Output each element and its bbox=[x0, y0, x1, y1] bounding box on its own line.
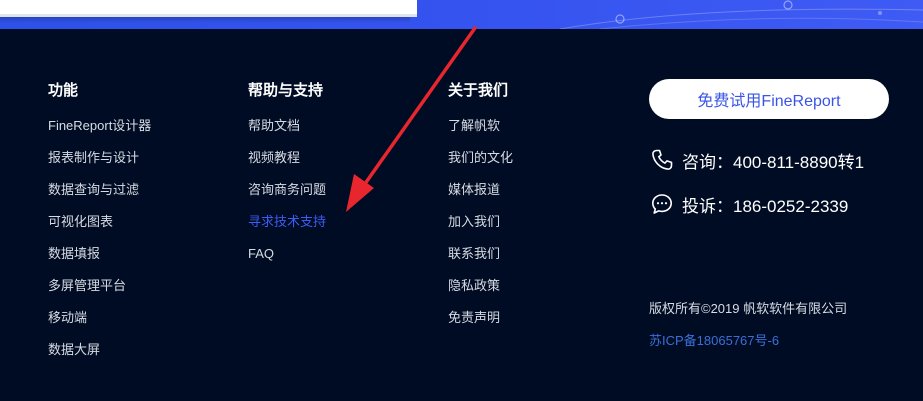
free-trial-button[interactable]: 免费试用FineReport bbox=[649, 79, 889, 119]
help-link-tech-support[interactable]: 寻求技术支持 bbox=[248, 212, 326, 244]
complaint-phone-row: 投诉：186-0252-2339 bbox=[649, 191, 848, 217]
copyright-text: 版权所有©2019 帆软软件有限公司 bbox=[649, 301, 848, 316]
about-column-title: 关于我们 bbox=[448, 82, 509, 99]
about-link[interactable]: 我们的文化 bbox=[448, 148, 513, 180]
icp-license-link[interactable]: 苏ICP备18065767号-6 bbox=[649, 330, 779, 349]
features-link[interactable]: 报表制作与设计 bbox=[48, 148, 151, 180]
features-link[interactable]: 数据填报 bbox=[48, 244, 151, 276]
about-link[interactable]: 媒体报道 bbox=[448, 180, 513, 212]
phone-icon bbox=[649, 147, 675, 173]
features-link[interactable]: 数据大屏 bbox=[48, 340, 151, 372]
features-link[interactable]: 数据查询与过滤 bbox=[48, 180, 151, 212]
features-link[interactable]: 可视化图表 bbox=[48, 212, 151, 244]
about-link[interactable]: 免责声明 bbox=[448, 308, 513, 340]
features-link[interactable]: 移动端 bbox=[48, 308, 151, 340]
features-link[interactable]: 多屏管理平台 bbox=[48, 276, 151, 308]
top-banner bbox=[0, 0, 923, 29]
help-list: 帮助文档 视频教程 咨询商务问题 寻求技术支持 FAQ bbox=[248, 116, 326, 276]
features-link[interactable]: FineReport设计器 bbox=[48, 116, 151, 148]
about-list: 了解帆软 我们的文化 媒体报道 加入我们 联系我们 隐私政策 免责声明 bbox=[448, 116, 513, 340]
help-link[interactable]: FAQ bbox=[248, 244, 326, 276]
help-column-title: 帮助与支持 bbox=[248, 82, 324, 99]
help-link[interactable]: 咨询商务问题 bbox=[248, 180, 326, 212]
consult-phone-text: 咨询：400-811-8890转1 bbox=[682, 152, 865, 172]
about-link[interactable]: 加入我们 bbox=[448, 212, 513, 244]
help-link[interactable]: 视频教程 bbox=[248, 148, 326, 180]
help-link[interactable]: 帮助文档 bbox=[248, 116, 326, 148]
banner-decoration bbox=[559, 0, 923, 29]
about-column: 关于我们 了解帆软 我们的文化 媒体报道 加入我们 联系我们 隐私政策 免责声明 bbox=[448, 80, 513, 340]
consult-phone-row: 咨询：400-811-8890转1 bbox=[649, 147, 864, 173]
features-column: 功能 FineReport设计器 报表制作与设计 数据查询与过滤 可视化图表 数… bbox=[48, 80, 151, 372]
features-column-title: 功能 bbox=[48, 82, 79, 99]
chat-bubble-icon bbox=[649, 191, 675, 217]
about-link[interactable]: 联系我们 bbox=[448, 244, 513, 276]
about-link[interactable]: 了解帆软 bbox=[448, 116, 513, 148]
complaint-phone-text: 投诉：186-0252-2339 bbox=[682, 196, 849, 216]
help-column: 帮助与支持 帮助文档 视频教程 咨询商务问题 寻求技术支持 FAQ bbox=[248, 80, 326, 276]
about-link[interactable]: 隐私政策 bbox=[448, 276, 513, 308]
features-list: FineReport设计器 报表制作与设计 数据查询与过滤 可视化图表 数据填报… bbox=[48, 116, 151, 372]
